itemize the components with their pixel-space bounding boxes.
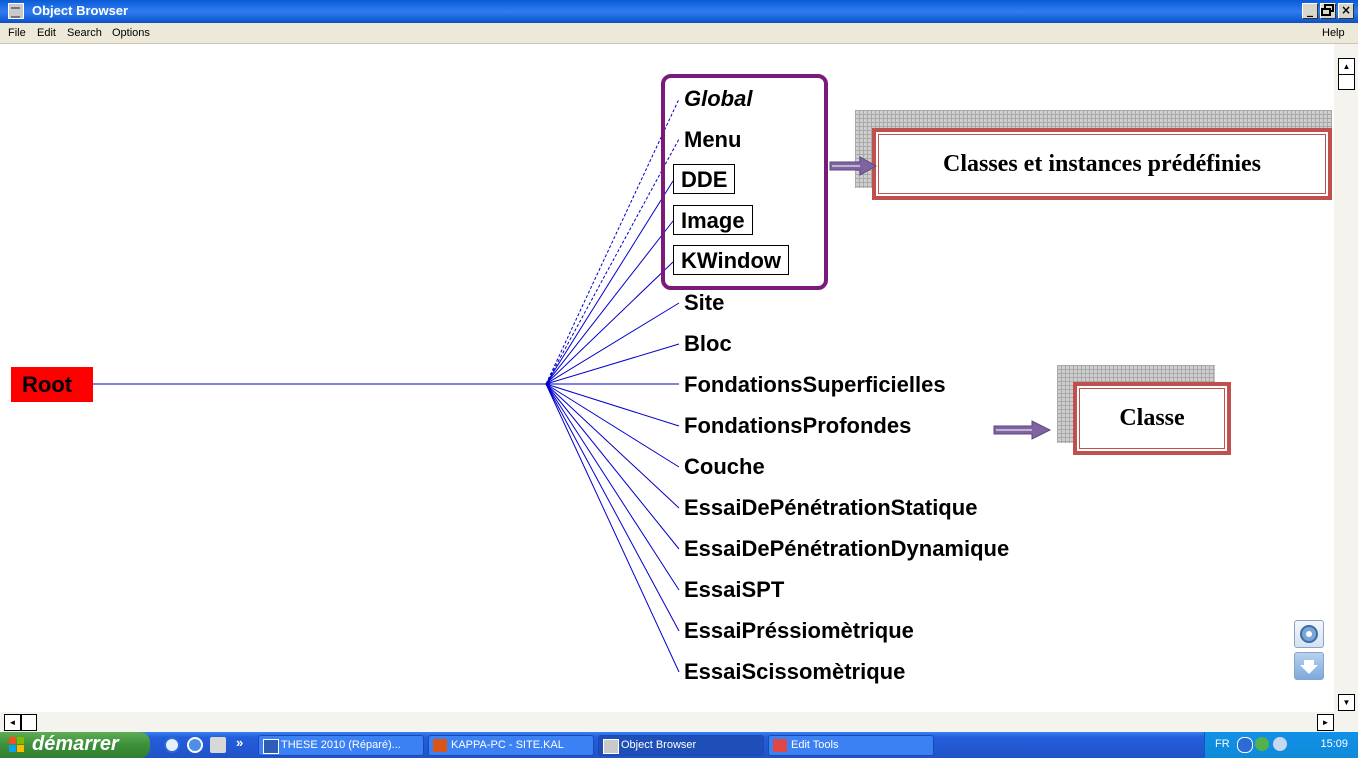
task-label: KAPPA-PC - SITE.KAL <box>451 739 564 751</box>
branch-line-dynamique <box>545 383 680 550</box>
menu-bar: File Edit Search Options Help <box>0 23 1358 44</box>
arrow-right-icon <box>829 156 878 176</box>
tree-node-fondationsprofondes[interactable]: FondationsProfondes <box>684 413 911 439</box>
task-object-browser[interactable]: Object Browser <box>598 735 764 756</box>
horizontal-scroll-thumb[interactable] <box>21 714 37 731</box>
branch-line-statique <box>545 383 680 509</box>
close-button[interactable]: × <box>1338 3 1354 19</box>
kappa-app-icon <box>433 739 447 752</box>
tray-back-icon[interactable] <box>1237 737 1253 753</box>
branch-line-bloc <box>545 343 680 385</box>
branch-line-fondationsprofondes <box>545 383 680 427</box>
task-label: Edit Tools <box>791 739 839 751</box>
title-bar: Object Browser _ × <box>0 0 1358 23</box>
branch-line-dde <box>545 180 674 385</box>
branch-line-couche <box>545 383 680 468</box>
tree-node-essaispt[interactable]: EssaiSPT <box>684 577 784 603</box>
scroll-down-button[interactable]: ▼ <box>1338 694 1355 711</box>
lens-button[interactable] <box>1294 620 1324 648</box>
tree-node-site[interactable]: Site <box>684 290 724 316</box>
task-these-2010[interactable]: THESE 2010 (Réparé)... <box>258 735 424 756</box>
tray-network-icon[interactable] <box>1255 737 1269 751</box>
branch-line-scissometrique <box>545 383 680 673</box>
restore-icon <box>1321 4 1334 16</box>
branch-line-kwindow <box>545 261 674 385</box>
branch-line-global <box>545 98 680 385</box>
tree-node-menu[interactable]: Menu <box>684 127 741 153</box>
restore-button[interactable] <box>1320 3 1336 19</box>
desktop-icon[interactable] <box>210 737 226 753</box>
task-kappa-pc[interactable]: KAPPA-PC - SITE.KAL <box>428 735 594 756</box>
branch-line-image <box>545 220 674 385</box>
tree-node-couche[interactable]: Couche <box>684 454 765 480</box>
quicklaunch-overflow-icon[interactable]: » <box>236 735 243 750</box>
tree-node-fondationssuperficielles[interactable]: FondationsSuperficielles <box>684 372 946 398</box>
callout-classe-text: Classe <box>1079 388 1225 449</box>
task-label: THESE 2010 (Réparé)... <box>281 739 401 751</box>
tree-node-essaipressiometrique[interactable]: EssaiPréssiomètrique <box>684 618 914 644</box>
system-tray: FR 15:09 <box>1204 732 1358 758</box>
task-edit-tools[interactable]: Edit Tools <box>768 735 934 756</box>
lens-icon <box>1300 625 1318 643</box>
start-button[interactable]: démarrer <box>0 732 150 758</box>
tree-node-essaidepenetrationdynamique[interactable]: EssaiDePénétrationDynamique <box>684 536 1009 562</box>
browser-icon[interactable] <box>164 737 180 753</box>
vertical-scrollbar[interactable]: ▲ ▼ <box>1334 44 1358 712</box>
down-arrow-icon <box>1300 660 1318 674</box>
callout-classe: Classe <box>1073 382 1231 455</box>
minimize-button[interactable]: _ <box>1302 3 1318 19</box>
tree-node-root[interactable]: Root <box>11 367 93 402</box>
object-browser-app-icon[interactable] <box>8 3 24 19</box>
window-title: Object Browser <box>32 3 129 18</box>
callout-predefined: Classes et instances prédéfinies <box>872 128 1332 200</box>
start-label: démarrer <box>32 733 119 755</box>
edit-tools-icon <box>773 739 787 752</box>
windows-flag-icon <box>9 737 25 753</box>
tree-node-global[interactable]: Global <box>684 86 752 112</box>
callout-predefined-text: Classes et instances prédéfinies <box>878 134 1326 194</box>
branch-line-site <box>545 302 680 385</box>
scroll-up-button[interactable]: ▲ <box>1338 58 1355 75</box>
tree-node-image[interactable]: Image <box>673 205 753 235</box>
menu-edit[interactable]: Edit <box>37 27 56 39</box>
object-browser-app-icon <box>603 739 619 754</box>
menu-search[interactable]: Search <box>67 27 102 39</box>
tree-node-essaidepenetrationstatique[interactable]: EssaiDePénétrationStatique <box>684 495 977 521</box>
object-browser-canvas[interactable]: Root Global Menu DDE Image KWindow Site … <box>0 44 1334 712</box>
vertical-scroll-thumb[interactable] <box>1338 74 1355 90</box>
tree-node-kwindow[interactable]: KWindow <box>673 245 789 275</box>
arrow-right-icon <box>993 420 1052 440</box>
download-button[interactable] <box>1294 652 1324 680</box>
branch-line-pressiometrique <box>545 383 680 632</box>
tree-node-dde[interactable]: DDE <box>673 164 736 194</box>
language-indicator[interactable]: FR <box>1215 738 1230 750</box>
tree-node-bloc[interactable]: Bloc <box>684 331 732 357</box>
taskbar: démarrer » THESE 2010 (Réparé)... KAPPA-… <box>0 732 1358 758</box>
clock: 15:09 <box>1320 738 1348 750</box>
scroll-right-button[interactable]: ► <box>1317 714 1334 731</box>
menu-help[interactable]: Help <box>1322 27 1345 39</box>
tree-node-essaiscissometrique[interactable]: EssaiScissomètrique <box>684 659 905 685</box>
task-label: Object Browser <box>621 739 697 751</box>
menu-file[interactable]: File <box>8 27 26 39</box>
horizontal-scrollbar[interactable]: ◄ ► <box>0 712 1358 732</box>
scroll-left-button[interactable]: ◄ <box>4 714 21 731</box>
word-document-icon <box>263 739 279 754</box>
menu-options[interactable]: Options <box>112 27 150 39</box>
branch-line-menu <box>545 138 680 385</box>
tray-volume-icon[interactable] <box>1273 737 1287 751</box>
media-player-icon[interactable] <box>187 737 203 753</box>
branch-line-spt <box>545 383 680 591</box>
